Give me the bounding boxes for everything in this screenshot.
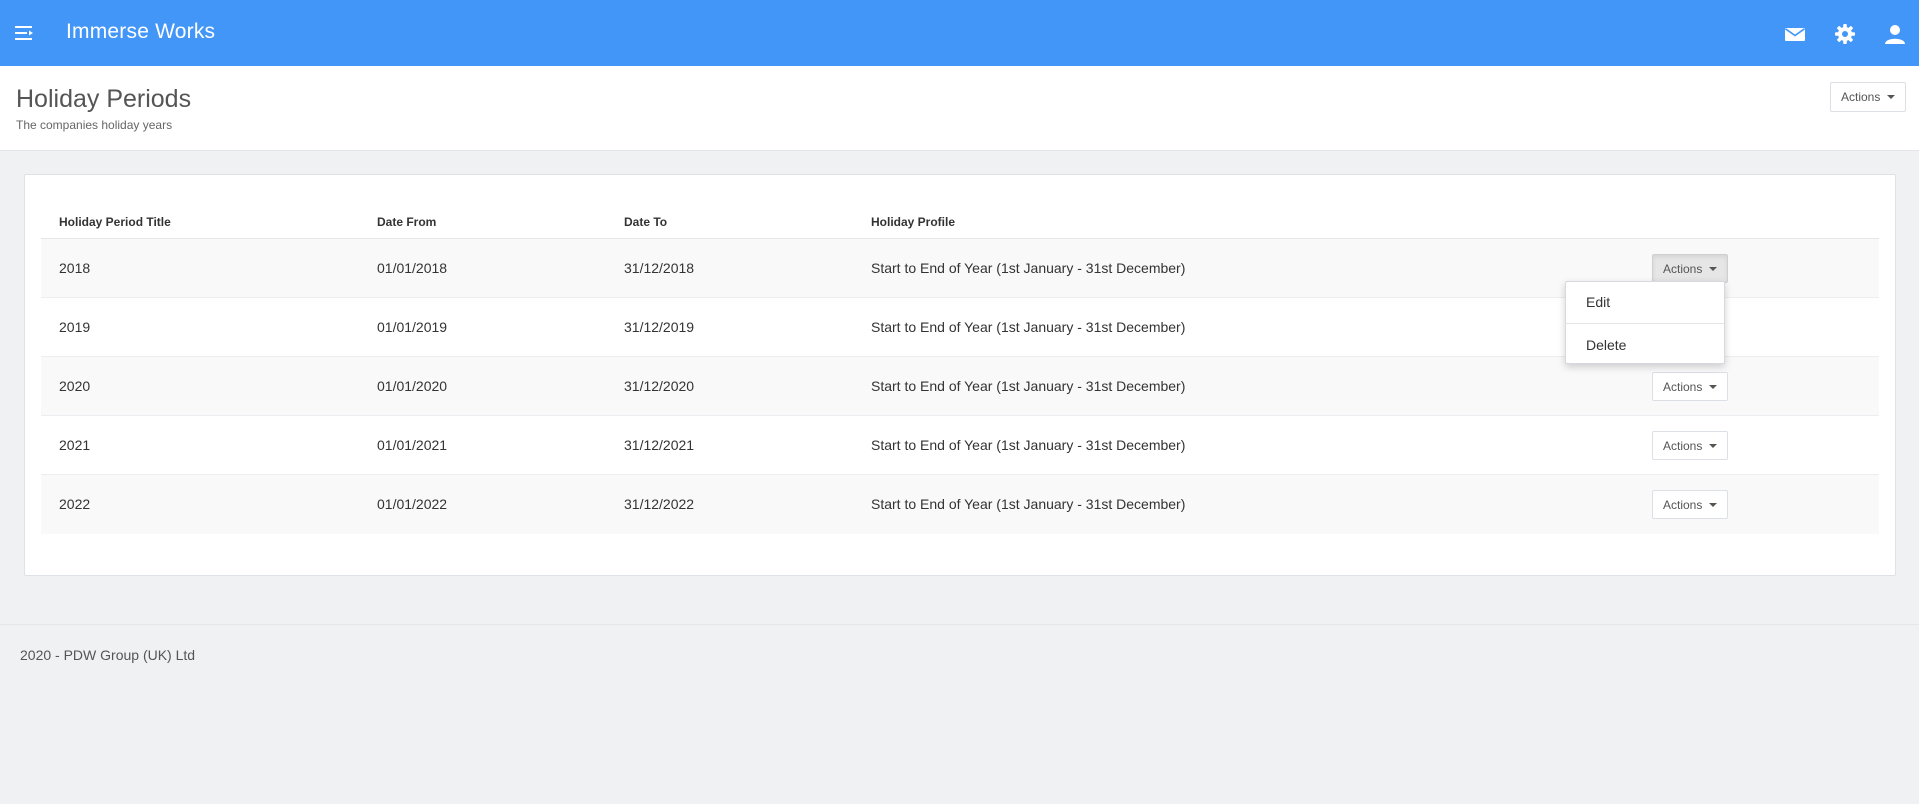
- mail-icon[interactable]: [1783, 22, 1807, 46]
- row-actions-button[interactable]: Actions: [1652, 431, 1729, 460]
- user-icon[interactable]: [1883, 22, 1907, 46]
- caret-down-icon: [1709, 502, 1718, 507]
- cell-title: 2020: [59, 378, 91, 394]
- caret-down-icon: [1709, 443, 1718, 448]
- cell-date-to: 31/12/2019: [624, 319, 695, 335]
- holiday-periods-panel: Holiday Period Title Date From Date To H…: [24, 174, 1896, 576]
- cell-date-to: 31/12/2018: [624, 260, 695, 276]
- table-row: 2021 01/01/2021 31/12/2021 Start to End …: [41, 416, 1879, 475]
- cell-title: 2021: [59, 437, 91, 453]
- cell-profile: Start to End of Year (1st January - 31st…: [871, 319, 1186, 335]
- app-title[interactable]: Immerse Works: [66, 20, 215, 44]
- row-actions-dropdown: Edit Delete: [1565, 281, 1725, 364]
- top-navbar: Immerse Works: [0, 0, 1919, 66]
- page-title: Holiday Periods: [16, 85, 192, 113]
- gear-icon[interactable]: [1833, 22, 1857, 46]
- table-row: 2020 01/01/2020 31/12/2020 Start to End …: [41, 357, 1879, 416]
- row-actions-button[interactable]: Actions: [1652, 372, 1729, 401]
- cell-date-to: 31/12/2022: [624, 496, 695, 512]
- cell-date-from: 01/01/2018: [377, 260, 448, 276]
- cell-date-to: 31/12/2020: [624, 378, 695, 394]
- cell-profile: Start to End of Year (1st January - 31st…: [871, 378, 1186, 394]
- cell-profile: Start to End of Year (1st January - 31st…: [871, 496, 1186, 512]
- row-actions-label: Actions: [1663, 379, 1703, 394]
- page-header: Holiday Periods The companies holiday ye…: [0, 66, 1919, 151]
- row-actions-label: Actions: [1663, 438, 1703, 453]
- caret-down-icon: [1887, 95, 1896, 99]
- cell-date-to: 31/12/2021: [624, 437, 695, 453]
- edit-menu-item[interactable]: Edit: [1566, 282, 1724, 322]
- header-date-to: Date To: [624, 215, 668, 229]
- row-actions-button[interactable]: Actions: [1652, 490, 1729, 519]
- page-actions-button[interactable]: Actions: [1830, 82, 1907, 112]
- menu-icon[interactable]: [15, 25, 35, 41]
- page-actions-label: Actions: [1841, 90, 1881, 104]
- header-date-from: Date From: [377, 215, 437, 229]
- cell-date-from: 01/01/2019: [377, 319, 448, 335]
- cell-title: 2022: [59, 496, 91, 512]
- holiday-periods-table: Holiday Period Title Date From Date To H…: [41, 205, 1879, 534]
- cell-date-from: 01/01/2021: [377, 437, 448, 453]
- menu-divider: [1566, 323, 1724, 324]
- row-actions-button[interactable]: Actions: [1652, 254, 1729, 283]
- cell-title: 2018: [59, 260, 91, 276]
- delete-menu-item[interactable]: Delete: [1566, 325, 1724, 365]
- footer-text: 2020 - PDW Group (UK) Ltd: [20, 647, 196, 663]
- row-actions-label: Actions: [1663, 261, 1703, 276]
- table-header: Holiday Period Title Date From Date To H…: [41, 205, 1879, 239]
- cell-profile: Start to End of Year (1st January - 31st…: [871, 437, 1186, 453]
- cell-date-from: 01/01/2022: [377, 496, 448, 512]
- caret-down-icon: [1709, 266, 1718, 271]
- cell-profile: Start to End of Year (1st January - 31st…: [871, 260, 1186, 276]
- cell-date-from: 01/01/2020: [377, 378, 448, 394]
- cell-title: 2019: [59, 319, 91, 335]
- header-profile: Holiday Profile: [871, 215, 956, 229]
- table-row: 2022 01/01/2022 31/12/2022 Start to End …: [41, 475, 1879, 534]
- footer-divider: [0, 624, 1919, 625]
- caret-down-icon: [1709, 384, 1718, 389]
- header-title: Holiday Period Title: [59, 215, 171, 229]
- row-actions-label: Actions: [1663, 497, 1703, 512]
- page-subtitle: The companies holiday years: [16, 118, 173, 132]
